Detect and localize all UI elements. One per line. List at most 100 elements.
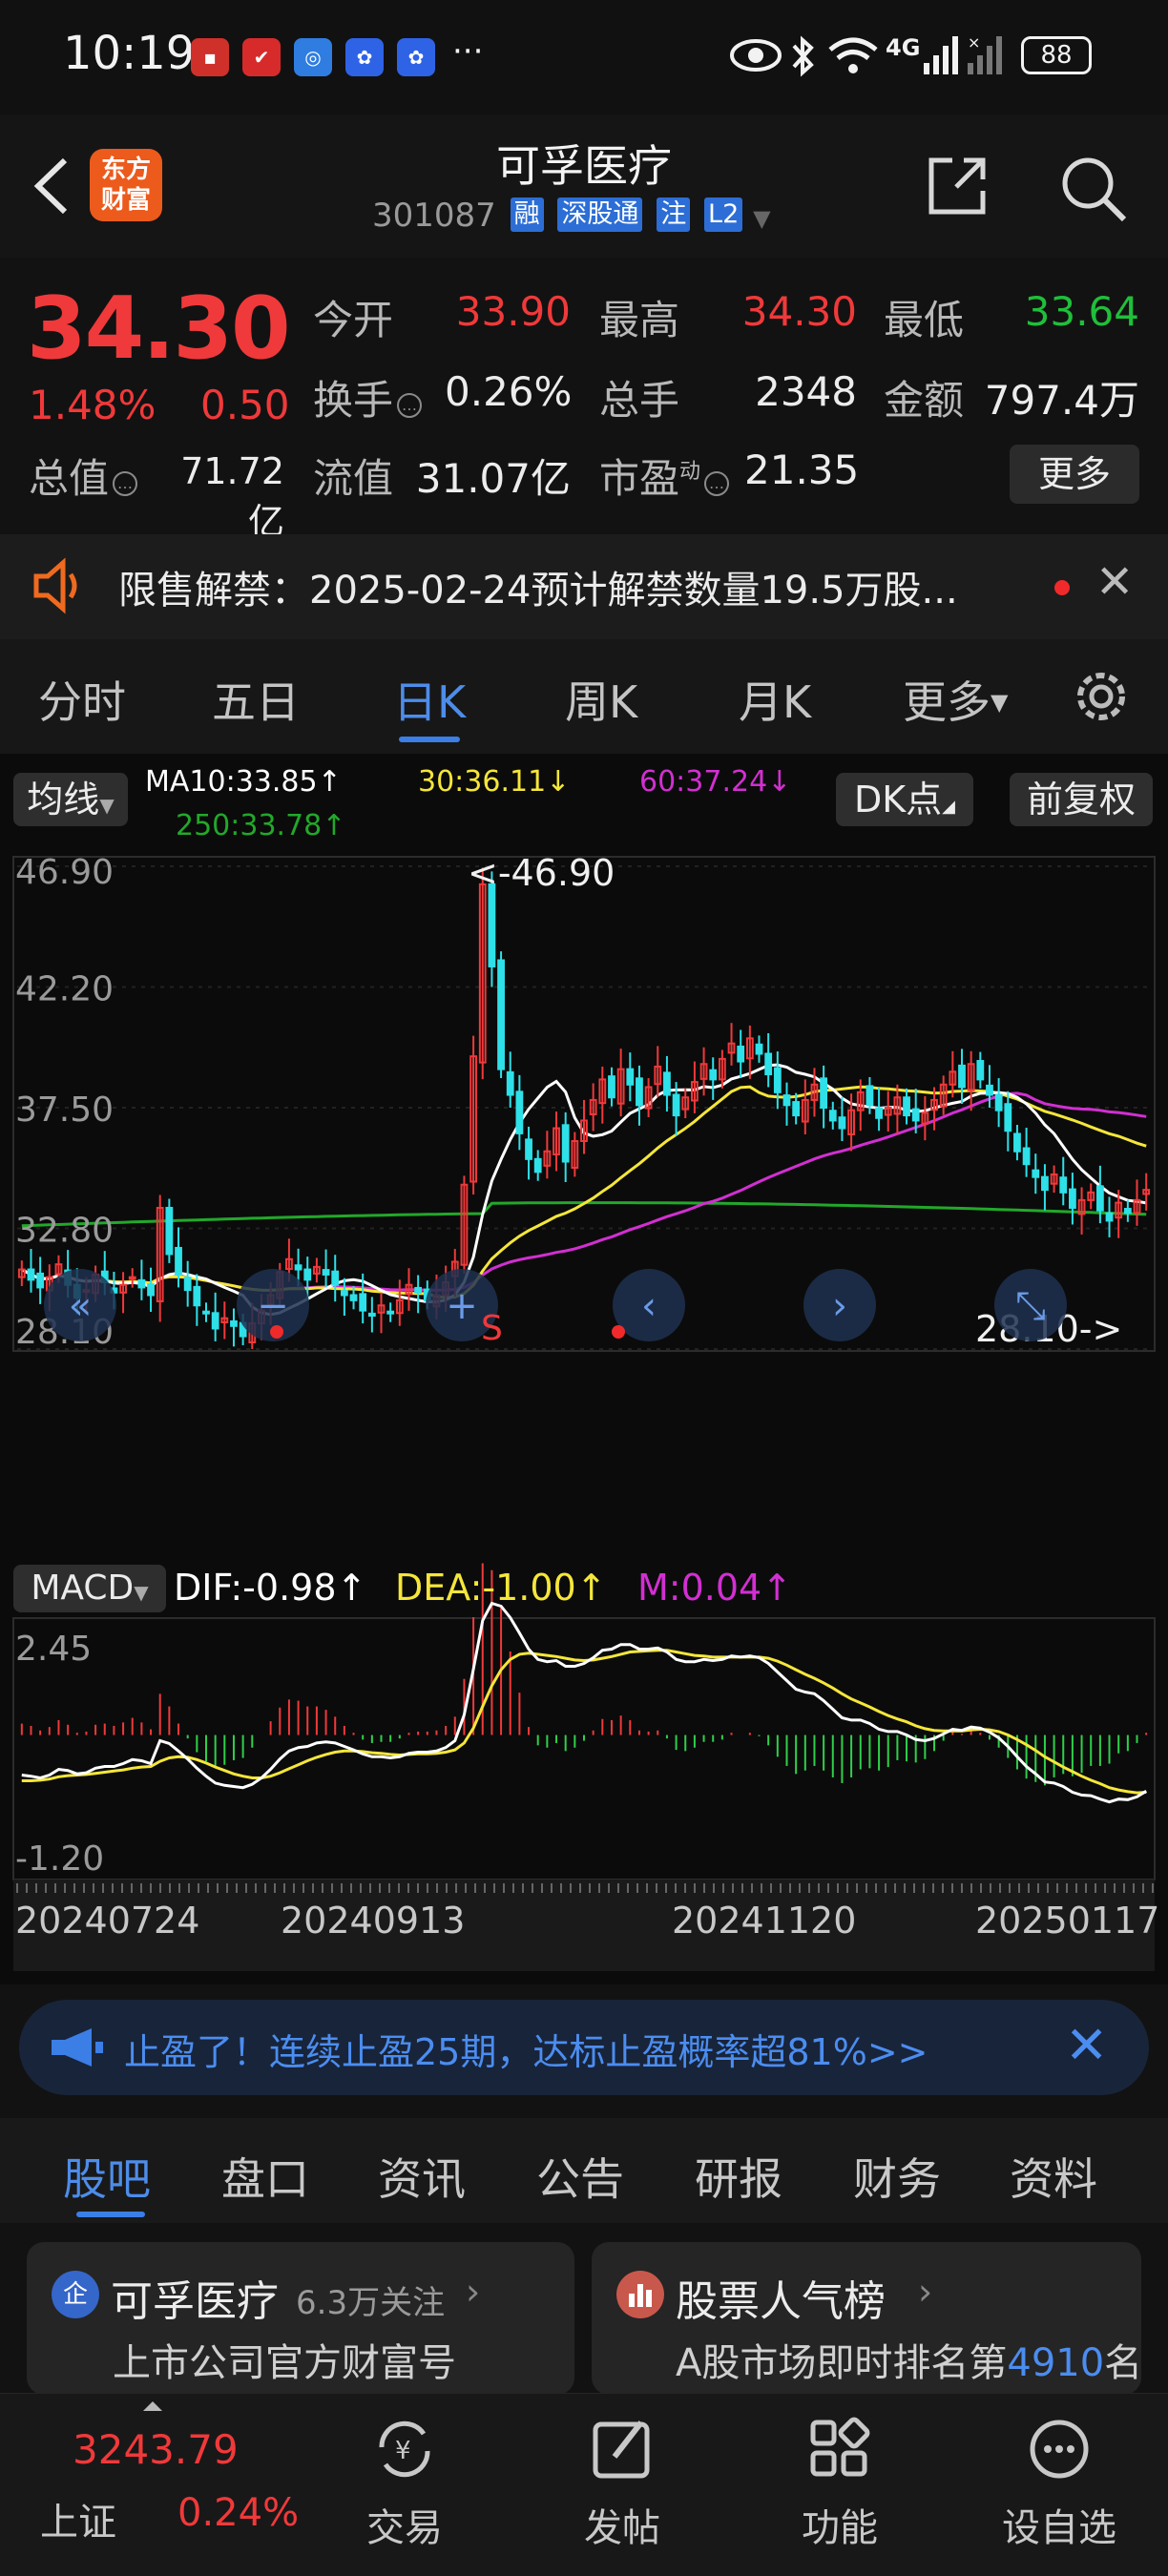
chevron-down-icon: ▼ bbox=[134, 1581, 149, 1604]
tab-monthly-k[interactable]: 月K bbox=[739, 668, 811, 731]
pe-value: 21.35 bbox=[744, 447, 860, 493]
sell-signal-marker: S bbox=[481, 1309, 503, 1348]
candle-body bbox=[414, 1286, 423, 1294]
candle-body bbox=[792, 1101, 801, 1117]
tab-announcements[interactable]: 公告 bbox=[536, 2145, 624, 2208]
tab-news[interactable]: 资讯 bbox=[378, 2145, 466, 2208]
macd-tick-label: 2.45 bbox=[15, 1630, 92, 1669]
nav-functions[interactable]: 功能 bbox=[763, 2413, 916, 2552]
candle-body bbox=[994, 1093, 1003, 1111]
turnover-value: 0.26% bbox=[445, 368, 573, 415]
candle-body bbox=[340, 1290, 348, 1297]
chevron-down-icon: ▼ bbox=[991, 689, 1009, 716]
more-circle-icon bbox=[1030, 2420, 1089, 2479]
candle-body bbox=[515, 1091, 524, 1134]
edit-icon bbox=[593, 2420, 650, 2479]
ma250-line bbox=[21, 1201, 1147, 1228]
tab-intraday[interactable]: 分时 bbox=[38, 668, 126, 731]
volume-value: 2348 bbox=[755, 368, 857, 415]
candle-body bbox=[386, 1310, 395, 1315]
candle-body bbox=[331, 1270, 340, 1286]
candle-body bbox=[303, 1268, 312, 1281]
candle-body bbox=[672, 1093, 680, 1117]
tab-order-book[interactable]: 盘口 bbox=[221, 2145, 309, 2208]
nav-functions-label: 功能 bbox=[802, 2506, 878, 2550]
change-percent: 1.48% bbox=[29, 382, 156, 428]
company-account-card[interactable]: 企 可孚医疗 6.3万关注 › 上市公司官方财富号 bbox=[27, 2242, 574, 2395]
tab-more[interactable]: 更多▼ bbox=[903, 668, 1008, 731]
megaphone-icon bbox=[52, 2028, 103, 2067]
index-ticker[interactable]: 3243.79 上证 0.24% bbox=[27, 2401, 303, 2566]
kline-chart[interactable]: 46.9042.2037.5032.8028.10 <-46.90 28.10-… bbox=[0, 754, 1168, 1984]
stock-code-line[interactable]: 301087 融 深股通 注 L2 ▼ bbox=[372, 197, 771, 235]
active-tab-indicator bbox=[399, 737, 460, 742]
more-quote-button[interactable]: 更多 bbox=[1010, 445, 1139, 504]
index-name: 上证 bbox=[40, 2501, 116, 2545]
candle-body bbox=[838, 1116, 846, 1130]
grid-icon bbox=[810, 2417, 870, 2477]
yuan-exchange-icon: ¥ bbox=[379, 2420, 430, 2478]
nav-trade[interactable]: ¥ 交易 bbox=[328, 2413, 481, 2552]
kline-chart-area: 均线▼ MA10:33.85↑ 30:36.11↓ 60:37.24↓ 250:… bbox=[0, 754, 1168, 1984]
promo-banner[interactable]: 止盈了！连续止盈25期，达标止盈概率超81%>> ✕ bbox=[19, 2000, 1149, 2095]
battery-level: 88 bbox=[1040, 41, 1073, 70]
macd-tick-label: -1.20 bbox=[15, 1839, 104, 1879]
signal-1-icon bbox=[924, 36, 958, 74]
share-icon[interactable] bbox=[924, 153, 991, 219]
close-icon[interactable]: ✕ bbox=[1065, 2015, 1108, 2075]
company-card-subtitle: 上市公司官方财富号 bbox=[113, 2341, 456, 2385]
mktcap-value: 71.72亿 bbox=[180, 450, 284, 543]
tab-weekly-k[interactable]: 周K bbox=[565, 668, 637, 731]
tab-daily-k[interactable]: 日K bbox=[393, 668, 466, 731]
nav-post[interactable]: 发帖 bbox=[546, 2413, 699, 2552]
wifi-icon bbox=[828, 37, 878, 73]
candle-body bbox=[1013, 1132, 1021, 1153]
chart-control-icon: « bbox=[69, 1284, 92, 1328]
candle-body bbox=[1032, 1169, 1040, 1178]
macd-panel: 2.45 -1.20 bbox=[12, 1563, 1156, 1880]
popularity-rank-card[interactable]: 股票人气榜 › A股市场即时排名第4910名 bbox=[592, 2242, 1142, 2395]
candle-body bbox=[773, 1067, 782, 1093]
candle-body bbox=[1095, 1185, 1104, 1212]
tab-profile[interactable]: 资料 bbox=[1010, 2145, 1097, 2208]
tab-financials[interactable]: 财务 bbox=[853, 2145, 941, 2208]
app-notification-icon: ✔ bbox=[242, 38, 281, 76]
candle-body bbox=[636, 1077, 643, 1107]
battery-icon: 88 bbox=[1021, 36, 1092, 74]
close-icon[interactable]: ✕ bbox=[1095, 555, 1134, 609]
info-tabs: 股吧 盘口 资讯 公告 研报 财务 资料 bbox=[0, 2118, 1168, 2223]
active-tab-indicator bbox=[76, 2212, 145, 2217]
candles bbox=[17, 867, 1151, 1349]
date-tick-label: 20241120 bbox=[672, 1900, 856, 1942]
candle-body bbox=[1041, 1175, 1049, 1192]
chart-control-icon: › bbox=[832, 1284, 847, 1328]
candle-body bbox=[349, 1294, 358, 1301]
chart-control-icon: ‹ bbox=[641, 1284, 657, 1328]
candle-body bbox=[230, 1319, 238, 1327]
index-change: 0.24% bbox=[177, 2491, 300, 2535]
search-icon[interactable] bbox=[1057, 153, 1130, 225]
indicator-selector[interactable]: MACD▼ bbox=[13, 1565, 166, 1612]
nav-add-watchlist-label: 设自选 bbox=[1002, 2506, 1116, 2550]
amount-label: 金额 bbox=[884, 377, 965, 424]
candle-body bbox=[764, 1052, 773, 1076]
stock-header: 东方 财富 可孚医疗 301087 融 深股通 注 L2 ▼ bbox=[0, 114, 1168, 258]
tab-research[interactable]: 研报 bbox=[695, 2145, 782, 2208]
lockup-notice[interactable]: 限售解禁：2025-02-24预计解禁数量19.5万股... ✕ bbox=[0, 534, 1168, 639]
candle-body bbox=[820, 1077, 828, 1109]
candle-body bbox=[958, 1064, 966, 1089]
tab-5day[interactable]: 五日 bbox=[212, 668, 300, 731]
low-value: 33.64 bbox=[1024, 288, 1139, 335]
chart-control-icon: − bbox=[257, 1284, 289, 1328]
gear-icon[interactable] bbox=[1071, 666, 1132, 727]
tab-guba[interactable]: 股吧 bbox=[63, 2145, 151, 2208]
dea-line bbox=[21, 1649, 1147, 1795]
candle-body bbox=[986, 1084, 993, 1096]
candle-body bbox=[36, 1272, 45, 1289]
more-notifications-icon: ··· bbox=[452, 32, 484, 71]
candle-body bbox=[561, 1124, 570, 1163]
info-icon: … bbox=[704, 471, 730, 496]
nav-add-watchlist[interactable]: 设自选 bbox=[983, 2413, 1136, 2552]
candle-body bbox=[1022, 1147, 1031, 1166]
date-axis-labels: 20240724 20240913 20241120 20250117 bbox=[13, 1880, 1159, 1971]
